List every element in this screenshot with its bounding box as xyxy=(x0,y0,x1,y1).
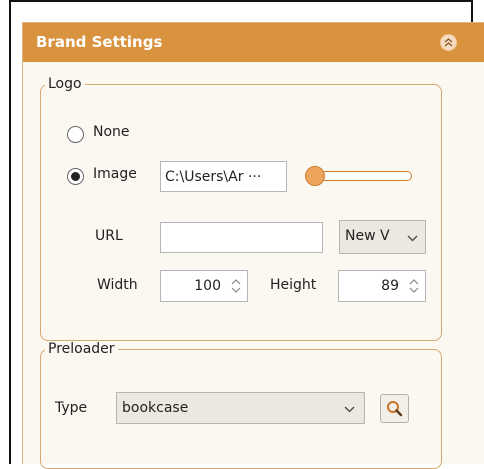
url-target-select[interactable]: New V xyxy=(339,220,426,254)
image-path-field[interactable]: C:\Users\Ar ··· xyxy=(160,161,287,192)
width-value: 100 xyxy=(194,278,221,294)
type-label: Type xyxy=(55,400,88,416)
radio-image-label: Image xyxy=(93,166,137,182)
panel-header: Brand Settings xyxy=(23,23,484,62)
height-label: Height xyxy=(270,277,317,293)
url-target-value: New V xyxy=(345,228,390,244)
width-label: Width xyxy=(97,277,138,293)
height-stepper[interactable]: 89 xyxy=(338,270,426,302)
preloader-type-value: bookcase xyxy=(122,400,189,416)
height-value: 89 xyxy=(381,278,399,294)
url-input[interactable] xyxy=(160,222,323,253)
chevron-down-icon xyxy=(407,235,418,242)
radio-none[interactable] xyxy=(67,126,84,143)
preloader-type-select[interactable]: bookcase xyxy=(116,392,365,424)
radio-image[interactable] xyxy=(67,168,84,185)
spin-arrows-icon[interactable] xyxy=(409,279,419,293)
width-stepper[interactable]: 100 xyxy=(160,270,248,302)
collapse-button[interactable] xyxy=(440,34,457,51)
panel-title: Brand Settings xyxy=(36,33,163,51)
logo-legend: Logo xyxy=(48,76,82,92)
slider-thumb[interactable] xyxy=(305,166,325,186)
search-icon xyxy=(387,401,403,417)
chevron-down-icon xyxy=(344,406,355,413)
spin-arrows-icon[interactable] xyxy=(231,279,241,293)
preloader-search-button[interactable] xyxy=(380,394,409,423)
preloader-legend: Preloader xyxy=(48,341,115,357)
radio-none-label: None xyxy=(93,124,130,140)
double-chevron-up-icon xyxy=(444,38,453,47)
url-label: URL xyxy=(95,228,123,244)
brand-settings-panel: Brand Settings Logo None Image C:\Users\… xyxy=(22,22,484,469)
radio-selected-dot xyxy=(71,172,80,181)
